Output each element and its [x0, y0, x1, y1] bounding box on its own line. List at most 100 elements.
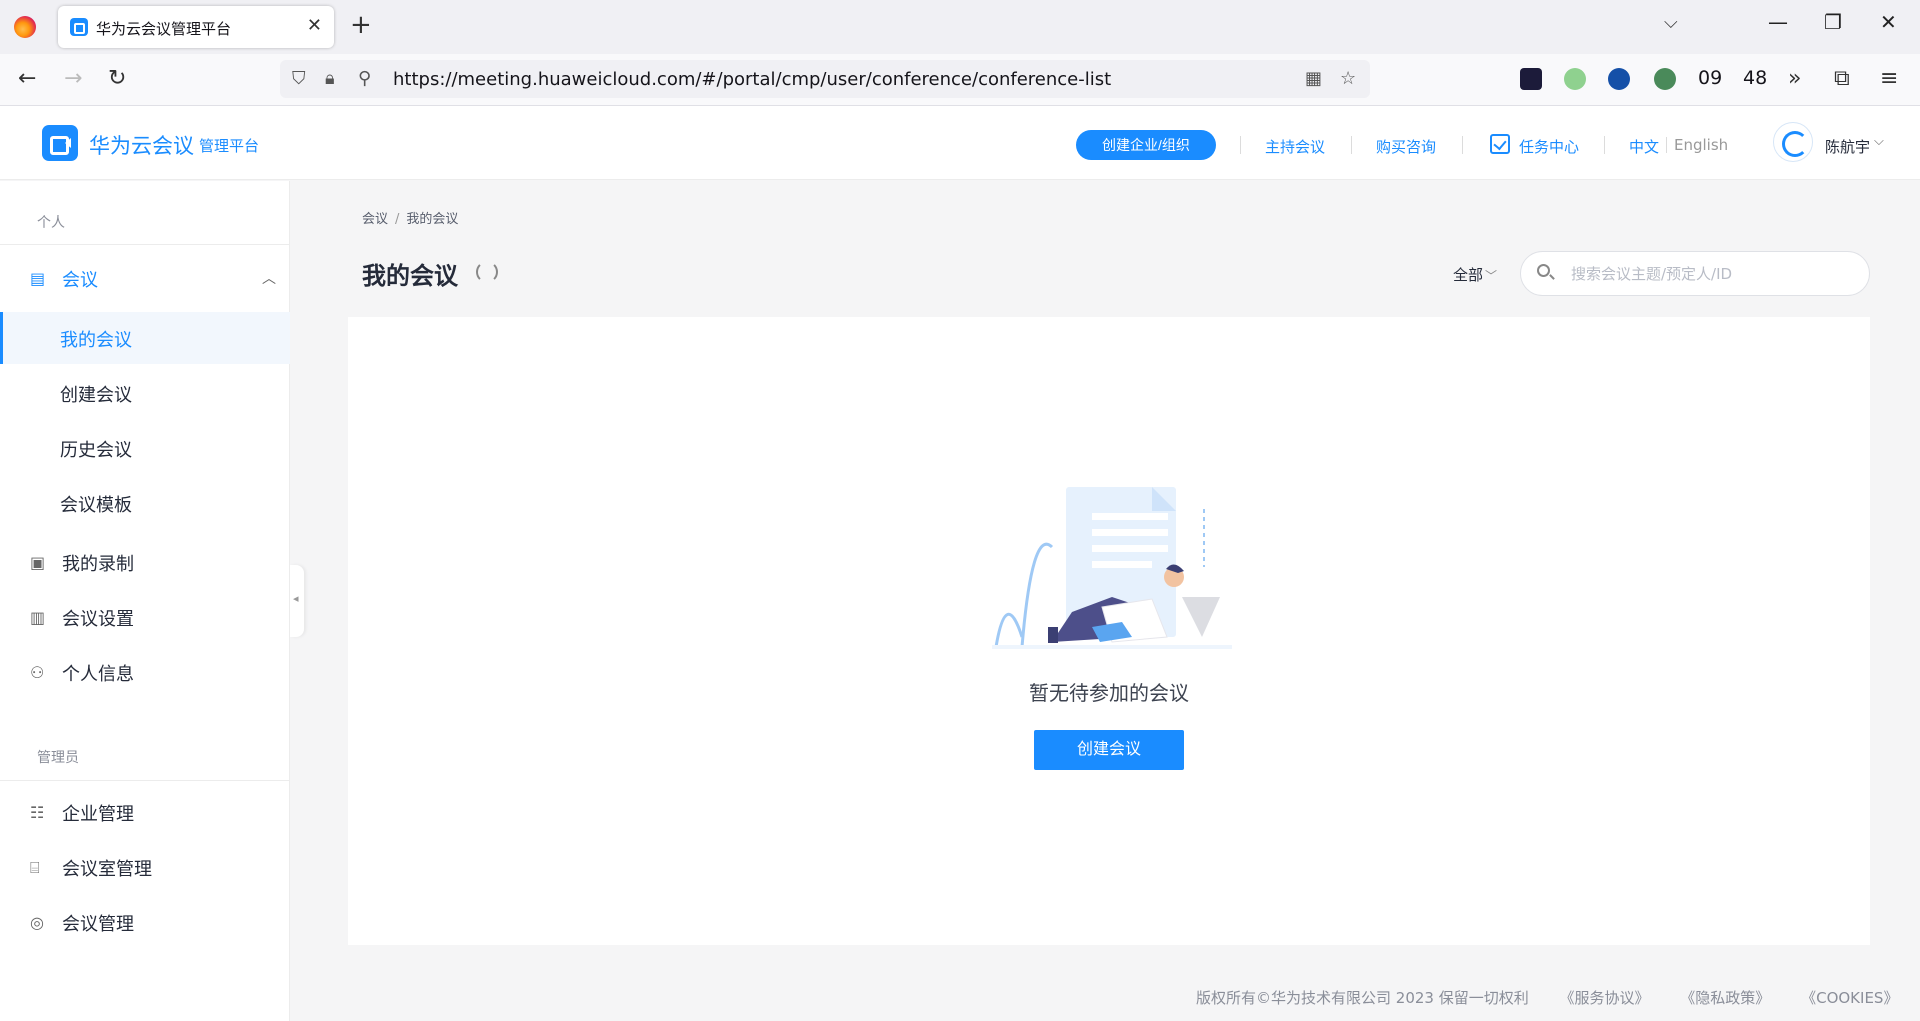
sidebar-item-room-mgmt[interactable]: ⌸ 会议室管理 — [0, 842, 290, 892]
close-tab-icon[interactable]: ✕ — [307, 15, 322, 36]
back-icon[interactable]: ← — [18, 66, 36, 91]
chevron-down-icon[interactable]: ⌵ — [1874, 134, 1884, 149]
breadcrumb: 会议 / 我的会议 — [362, 208, 458, 227]
sidebar-item-meeting-settings[interactable]: ▥ 会议设置 — [0, 592, 290, 642]
sidebar-item-personal-info[interactable]: ⚇ 个人信息 — [0, 647, 290, 697]
brand-name[interactable]: 华为云会议 — [89, 130, 194, 160]
permissions-icon[interactable]: ⚲ — [358, 68, 371, 89]
user-icon: ⚇ — [30, 663, 45, 682]
create-org-button[interactable]: 创建企业/组织 — [1076, 130, 1216, 160]
firefox-icon[interactable] — [14, 16, 36, 38]
sidebar-item-label: 会议模板 — [60, 495, 132, 516]
sidebar-item-label: 会议 — [62, 270, 98, 291]
chevron-up-icon[interactable]: ︿ — [262, 268, 276, 288]
shield-icon[interactable]: ⛉ — [292, 68, 306, 89]
sidebar-item-label: 创建会议 — [60, 385, 132, 406]
enterprise-icon: ☷ — [30, 803, 45, 822]
breadcrumb-root[interactable]: 会议 — [362, 212, 388, 227]
sidebar-item-enterprise-mgmt[interactable]: ☷ 企业管理 — [0, 787, 290, 837]
section-label-admin: 管理员 — [37, 750, 79, 766]
sidebar-item-label: 我的会议 — [60, 330, 132, 351]
filter-value: 全部 — [1453, 266, 1484, 284]
divider — [0, 244, 290, 245]
lock-icon[interactable]: 🔒︎ — [325, 68, 335, 89]
sidebar-item-create-meeting[interactable]: 创建会议 — [0, 367, 290, 419]
sidebar-item-label: 历史会议 — [60, 440, 132, 461]
sidebar-item-label: 会议设置 — [62, 609, 134, 630]
page-title: 我的会议 — [362, 262, 458, 290]
breadcrumb-separator: / — [395, 212, 400, 227]
empty-state-text: 暂无待参加的会议 — [1029, 681, 1189, 705]
reload-icon[interactable]: ↻ — [108, 66, 126, 91]
service-agreement-link[interactable]: 《服务协议》 — [1560, 989, 1650, 1007]
privacy-policy-link[interactable]: 《隐私政策》 — [1680, 989, 1770, 1007]
list-tabs-icon[interactable]: ⌵ — [1664, 12, 1678, 33]
settings-calendar-icon: ▥ — [30, 608, 46, 627]
globe-icon: ◎ — [30, 913, 44, 932]
lang-en-link[interactable]: English — [1674, 136, 1728, 154]
breadcrumb-current: 我的会议 — [406, 212, 459, 227]
divider — [0, 780, 290, 781]
footer: 版权所有©华为技术有限公司 2023 保留一切权利 《服务协议》 《隐私政策》 … — [1196, 987, 1898, 1008]
restore-icon[interactable]: ❐ — [1824, 10, 1842, 34]
room-icon: ⌸ — [30, 858, 40, 877]
search-box[interactable] — [1520, 251, 1870, 296]
extension-toggle-icon[interactable] — [1564, 68, 1586, 90]
app-header: 华为云会议 管理平台 创建企业/组织 主持会议 购买咨询 任务中心 中文 Eng… — [0, 106, 1920, 180]
chevron-down-icon: ﹀ — [1485, 269, 1498, 283]
section-label-personal: 个人 — [37, 215, 65, 231]
avatar[interactable] — [1773, 122, 1813, 162]
qr-code-icon[interactable]: ▦ — [1305, 68, 1322, 89]
status-filter-select[interactable]: 全部 ﹀ — [1453, 264, 1497, 285]
divider — [1240, 136, 1241, 154]
bookmark-star-icon[interactable]: ☆ — [1340, 68, 1356, 89]
purchase-consult-link[interactable]: 购买咨询 — [1376, 136, 1436, 157]
meeting-list-panel: 暂无待参加的会议 创建会议 — [348, 317, 1870, 945]
recording-icon: ▣ — [30, 553, 46, 572]
sidebar-item-meeting-templates[interactable]: 会议模板 — [0, 477, 290, 529]
create-meeting-button[interactable]: 创建会议 — [1034, 730, 1184, 770]
minimize-icon[interactable]: — — [1768, 10, 1788, 34]
new-tab-icon[interactable]: + — [350, 10, 372, 40]
search-icon — [1537, 264, 1550, 277]
extension-triangle-icon[interactable] — [1608, 68, 1630, 90]
task-center-icon[interactable] — [1490, 134, 1510, 154]
cookies-link[interactable]: 《COOKIES》 — [1801, 989, 1898, 1007]
refresh-icon[interactable] — [476, 261, 498, 283]
chevron-left-icon: ◂ — [293, 592, 299, 605]
more-extensions-icon[interactable]: » — [1788, 66, 1801, 91]
extension-timer-icon[interactable] — [1654, 68, 1676, 90]
sidebar-item-label: 会议室管理 — [62, 859, 152, 880]
sidebar-item-history-meetings[interactable]: 历史会议 — [0, 422, 290, 474]
brand-subtitle: 管理平台 — [199, 137, 260, 155]
extension-counter-2[interactable]: 48 — [1743, 67, 1767, 89]
sidebar-item-meeting-mgmt[interactable]: ◎ 会议管理 — [0, 897, 290, 947]
sidebar-item-my-recordings[interactable]: ▣ 我的录制 — [0, 537, 290, 587]
host-meeting-link[interactable]: 主持会议 — [1265, 136, 1325, 157]
url-text[interactable]: https://meeting.huaweicloud.com/#/portal… — [393, 69, 1111, 90]
extension-chart-icon[interactable] — [1520, 68, 1542, 90]
divider — [1604, 136, 1605, 154]
url-bar[interactable]: ⛉ 🔒︎ ⚲ https://meeting.huaweicloud.com/#… — [280, 60, 1370, 98]
sidebar-item-label: 个人信息 — [62, 664, 134, 685]
sidebar-item-meeting[interactable]: ▤ 会议 ︿ — [0, 253, 290, 303]
tab-title: 华为云会议管理平台 — [96, 20, 232, 38]
lang-zh-link[interactable]: 中文 — [1629, 136, 1659, 157]
sidebar-collapse-handle[interactable]: ◂ — [290, 565, 304, 637]
huawei-meeting-logo-icon[interactable] — [42, 125, 78, 161]
user-name[interactable]: 陈航宇 — [1825, 136, 1870, 157]
extension-counter-1[interactable]: 09 — [1698, 67, 1722, 89]
divider — [1462, 136, 1463, 154]
empty-state-illustration — [992, 487, 1232, 649]
browser-nav-bar: ← → ↻ ⛉ 🔒︎ ⚲ https://meeting.huaweicloud… — [0, 54, 1920, 106]
browser-tab[interactable]: 华为云会议管理平台 ✕ — [58, 6, 334, 48]
task-center-link[interactable]: 任务中心 — [1519, 136, 1579, 157]
forward-icon[interactable]: → — [64, 66, 82, 91]
huawei-meeting-favicon-icon — [70, 18, 88, 36]
sidebar: 个人 ▤ 会议 ︿ 我的会议 创建会议 历史会议 会议模板 ▣ 我的录制 ▥ 会… — [0, 181, 290, 1021]
search-input[interactable] — [1571, 263, 1851, 285]
extensions-puzzle-icon[interactable]: ⧉ — [1834, 66, 1850, 91]
close-window-icon[interactable]: ✕ — [1880, 10, 1897, 34]
menu-icon[interactable]: ≡ — [1880, 66, 1898, 91]
sidebar-item-my-meetings[interactable]: 我的会议 — [0, 312, 290, 364]
